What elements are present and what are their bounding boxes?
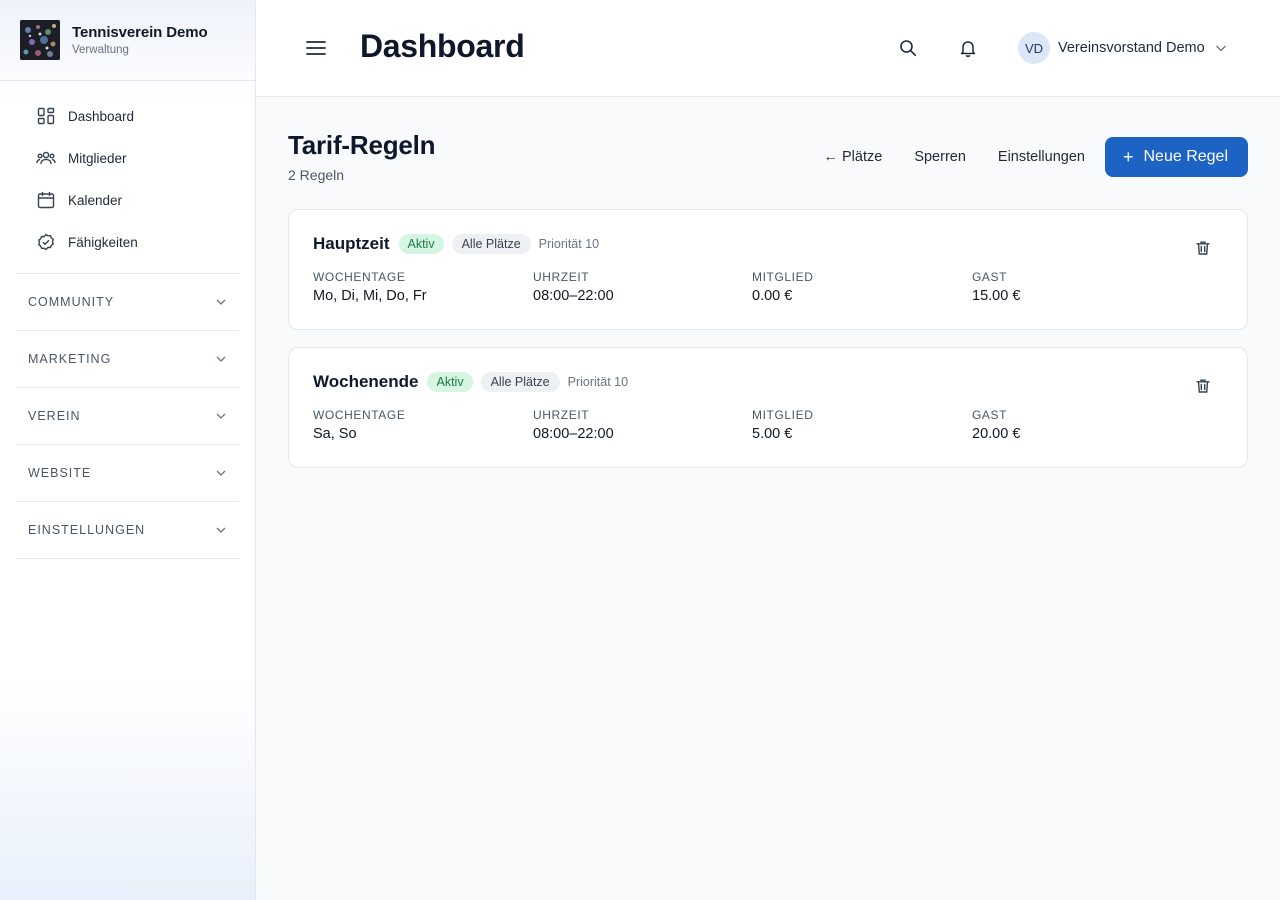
member-price-field: MITGLIED 5.00 € xyxy=(752,408,813,442)
chevron-down-icon xyxy=(215,467,227,479)
back-to-courts-link[interactable]: ← Plätze xyxy=(823,149,882,165)
time-field: UHRZEIT 08:00–22:00 xyxy=(533,408,614,442)
sidebar-group-verein[interactable]: VEREIN xyxy=(16,388,239,445)
new-rule-button[interactable]: + Neue Regel xyxy=(1104,137,1248,177)
rule-name: Hauptzeit xyxy=(313,234,390,253)
rule-card[interactable]: Wochenende Aktiv Alle Plätze Priorität 1… xyxy=(288,347,1248,468)
field-value: 5.00 € xyxy=(752,426,793,442)
bell-icon[interactable] xyxy=(956,36,980,60)
toolbar: ← Plätze Sperren Einstellungen + Neue Re… xyxy=(823,137,1248,177)
field-value: Sa, So xyxy=(313,426,357,442)
field-label: GAST xyxy=(972,408,1008,422)
group-label: EINSTELLUNGEN xyxy=(28,523,146,537)
section-title: Tarif-Regeln xyxy=(288,130,436,160)
sidebar-item-label: Fähigkeiten xyxy=(68,234,138,250)
courts-badge: Alle Plätze xyxy=(451,234,531,254)
status-badge: Aktiv xyxy=(398,234,444,254)
group-label: VEREIN xyxy=(28,409,81,423)
courts-badge: Alle Plätze xyxy=(480,372,560,392)
field-label: UHRZEIT xyxy=(533,270,590,284)
group-label: MARKETING xyxy=(28,352,112,366)
sidebar-item-label: Mitglieder xyxy=(68,150,127,166)
sidebar-item-label: Kalender xyxy=(68,192,123,208)
rule-name: Wochenende xyxy=(313,372,419,391)
calendar-icon xyxy=(36,190,56,210)
sidebar-item-kalender[interactable]: Kalender xyxy=(16,179,239,221)
field-label: GAST xyxy=(972,270,1008,284)
field-label: WOCHENTAGE xyxy=(313,408,406,422)
sidebar-group-community[interactable]: COMMUNITY xyxy=(16,274,239,331)
field-label: WOCHENTAGE xyxy=(313,270,406,284)
field-value: 08:00–22:00 xyxy=(533,288,614,304)
field-value: 08:00–22:00 xyxy=(533,426,614,442)
plus-icon: + xyxy=(1122,147,1134,167)
new-rule-label: Neue Regel xyxy=(1143,148,1229,165)
brand-subtitle: Verwaltung xyxy=(72,44,129,56)
weekdays-field: WOCHENTAGE Sa, So xyxy=(313,408,405,442)
rule-card[interactable]: Hauptzeit Aktiv Alle Plätze Priorität 10… xyxy=(288,209,1248,330)
field-label: MITGLIED xyxy=(752,408,814,422)
guest-price-field: GAST 15.00 € xyxy=(972,270,1020,304)
trash-icon[interactable] xyxy=(1193,376,1213,396)
dashboard-icon xyxy=(36,106,56,126)
chevron-down-icon xyxy=(215,524,227,536)
field-label: UHRZEIT xyxy=(533,408,590,422)
chevron-down-icon xyxy=(215,353,227,365)
priority-text: Priorität 10 xyxy=(567,375,629,389)
brand[interactable]: Tennisverein Demo Verwaltung xyxy=(0,0,255,81)
sidebar-item-dashboard[interactable]: Dashboard xyxy=(16,95,239,137)
top-header: Dashboard VD Vereinsvorstand Demo xyxy=(256,0,1280,97)
status-badge: Aktiv xyxy=(427,372,473,392)
sidebar-group-einstellungen[interactable]: EINSTELLUNGEN xyxy=(16,502,239,559)
member-price-field: MITGLIED 0.00 € xyxy=(752,270,813,304)
field-value: 15.00 € xyxy=(972,288,1021,304)
group-label: COMMUNITY xyxy=(28,295,115,309)
guest-price-field: GAST 20.00 € xyxy=(972,408,1020,442)
sidebar-group-website[interactable]: WEBSITE xyxy=(16,445,239,502)
page-title: Dashboard xyxy=(360,28,525,64)
weekdays-field: WOCHENTAGE Mo, Di, Mi, Do, Fr xyxy=(313,270,427,304)
menu-icon[interactable] xyxy=(304,36,328,60)
trash-icon[interactable] xyxy=(1193,238,1213,258)
sidebar-nav: Dashboard Mitglieder Kalender Fähigkeite… xyxy=(0,81,255,559)
sidebar: Tennisverein Demo Verwaltung Dashboard M… xyxy=(0,0,256,900)
rule-count: 2 Regeln xyxy=(288,167,345,183)
chevron-down-icon xyxy=(215,296,227,308)
sidebar-item-mitglieder[interactable]: Mitglieder xyxy=(16,137,239,179)
search-icon[interactable] xyxy=(896,36,920,60)
settings-link[interactable]: Einstellungen xyxy=(998,149,1085,165)
club-logo xyxy=(20,20,60,60)
group-label: WEBSITE xyxy=(28,466,92,480)
chevron-down-icon xyxy=(1215,42,1227,54)
sidebar-item-label: Dashboard xyxy=(68,108,135,124)
badge-check-icon xyxy=(36,232,56,252)
field-value: Mo, Di, Mi, Do, Fr xyxy=(313,288,427,304)
field-value: 0.00 € xyxy=(752,288,793,304)
field-value: 20.00 € xyxy=(972,426,1021,442)
user-menu[interactable]: VD Vereinsvorstand Demo xyxy=(1018,32,1227,64)
priority-text: Priorität 10 xyxy=(538,237,600,251)
locks-link[interactable]: Sperren xyxy=(914,149,966,165)
sidebar-group-marketing[interactable]: MARKETING xyxy=(16,331,239,388)
sidebar-item-faehigkeiten[interactable]: Fähigkeiten xyxy=(16,221,239,263)
field-label: MITGLIED xyxy=(752,270,814,284)
brand-name: Tennisverein Demo xyxy=(72,24,208,41)
avatar: VD xyxy=(1018,32,1050,64)
user-name: Vereinsvorstand Demo xyxy=(1058,40,1205,56)
chevron-down-icon xyxy=(215,410,227,422)
time-field: UHRZEIT 08:00–22:00 xyxy=(533,270,614,304)
users-icon xyxy=(36,148,56,168)
